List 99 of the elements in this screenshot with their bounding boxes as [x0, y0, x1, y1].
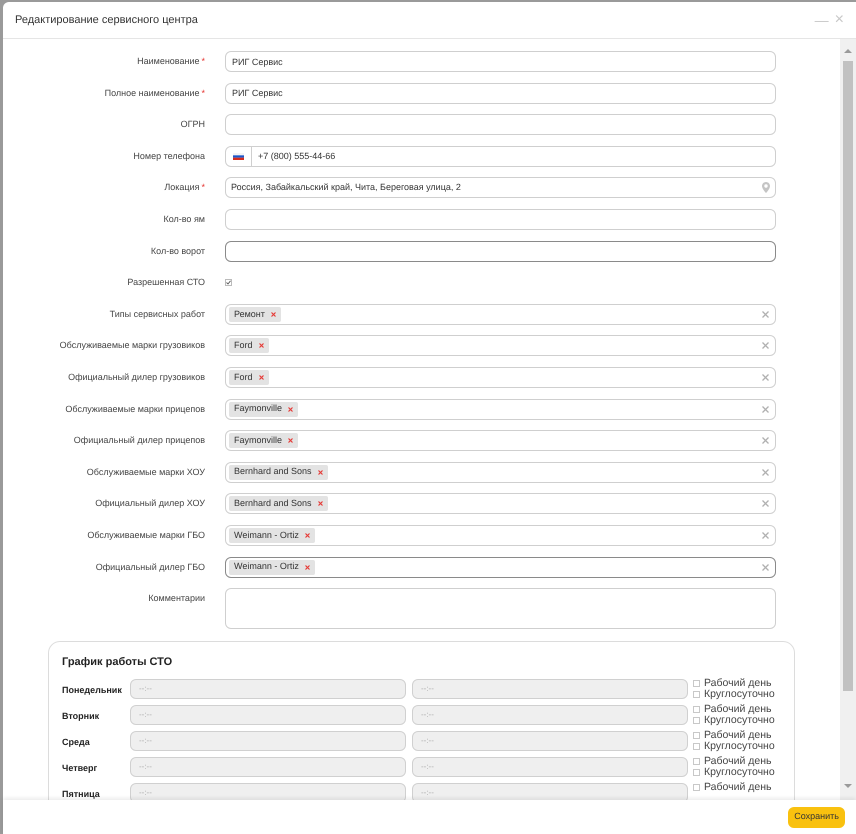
checkbox-label[interactable]: Рабочий день	[704, 678, 772, 688]
field-label: Обслуживаемые марки грузовиков	[60, 339, 205, 352]
field-label: Обслуживаемые марки прицепов	[65, 402, 205, 416]
clear-icon[interactable]	[762, 437, 769, 444]
location-field[interactable]: Россия, Забайкальский край, Чита, Береговая улица, 2	[225, 177, 776, 198]
time-field[interactable]: --:--	[130, 782, 406, 800]
time-field[interactable]: --:--	[412, 730, 688, 751]
tag-select-field[interactable]: Weimann - Ortiz	[225, 556, 776, 578]
tag: Ford	[229, 338, 269, 354]
section-title: График работы СТО	[62, 655, 174, 670]
field-label: Локация	[164, 181, 200, 194]
required-mark: *	[201, 55, 205, 68]
remove-icon[interactable]	[304, 564, 310, 570]
tag: Weimann - Ortiz	[229, 560, 315, 574]
field-label: Официальный дилер грузовиков	[68, 370, 205, 384]
scrollbar[interactable]	[840, 39, 856, 800]
remove-icon[interactable]	[258, 374, 264, 380]
clear-icon[interactable]	[762, 500, 769, 508]
field-label: Официальный дилер прицепов	[74, 434, 205, 448]
scroll-up-icon[interactable]	[844, 47, 852, 55]
required-mark: *	[201, 86, 205, 100]
remove-icon[interactable]	[288, 438, 294, 444]
time-field[interactable]: --:--	[130, 756, 406, 777]
field-label: Официальный дилер ХОУ	[95, 497, 205, 510]
tag: Ремонт	[229, 306, 281, 322]
time-field[interactable]: --:--	[130, 730, 406, 751]
tag-select-field[interactable]: Ford	[225, 335, 776, 356]
remove-icon[interactable]	[270, 312, 276, 317]
tag: Bernhard and Sons	[229, 464, 328, 480]
field-label: Кол-во ям	[163, 212, 205, 226]
clear-icon[interactable]	[762, 374, 769, 381]
day-label: Среда	[62, 736, 91, 749]
tag-select-field[interactable]: Weimann - Ortiz	[225, 524, 776, 546]
remove-icon[interactable]	[318, 501, 323, 506]
map-pin-icon	[762, 182, 770, 194]
clear-icon[interactable]	[762, 564, 769, 570]
text-field[interactable]: РИГ Сервис	[225, 82, 776, 104]
checkbox-label[interactable]: Круглосуточно	[704, 688, 775, 700]
tag-select-field[interactable]: Ford	[225, 366, 776, 388]
window-title: Редактирование сервисного центра	[15, 12, 198, 28]
field-label: Полное наименование	[104, 86, 200, 100]
tag: Faymonville	[229, 433, 298, 448]
tag-select-field[interactable]: Ремонт	[225, 304, 776, 325]
tag-select-field[interactable]: Faymonville	[225, 398, 776, 420]
remove-icon[interactable]	[304, 532, 310, 538]
time-field[interactable]: --:--	[412, 782, 688, 800]
day-label: Вторник	[62, 710, 100, 723]
field-label: Типы сервисных работ	[110, 308, 205, 321]
required-mark: *	[201, 181, 205, 194]
text-field[interactable]: РИГ Сервис	[225, 51, 776, 72]
day-label: Понедельник	[62, 684, 123, 697]
checkbox-label[interactable]: Рабочий день	[704, 782, 772, 792]
field-label: Разрешенная СТО	[127, 276, 205, 290]
field-label: Кол-во ворот	[150, 244, 205, 258]
field-label: Номер телефона	[133, 150, 205, 163]
tag: Ford	[229, 370, 269, 385]
time-field[interactable]: --:--	[412, 678, 688, 699]
scroll-down-icon[interactable]	[844, 782, 852, 790]
checkbox-label[interactable]: Круглосуточно	[704, 766, 775, 778]
comment-field[interactable]	[225, 588, 776, 630]
clear-icon[interactable]	[762, 342, 769, 350]
checkbox-label[interactable]: Рабочий день	[704, 704, 772, 714]
clear-icon[interactable]	[762, 310, 769, 318]
flag-icon[interactable]	[233, 152, 244, 160]
checkbox-label[interactable]: Круглосуточно	[704, 714, 775, 726]
tag-select-field[interactable]: Bernhard and Sons	[225, 493, 776, 514]
scrollbar-thumb[interactable]	[843, 61, 853, 691]
phone-field[interactable]: +7 (800) 555-44-66	[225, 146, 776, 167]
time-field[interactable]: --:--	[412, 704, 688, 725]
field-label: Обслуживаемые марки ХОУ	[86, 466, 205, 479]
field-label: Официальный дилер ГБО	[96, 560, 205, 574]
clear-icon[interactable]	[762, 468, 769, 476]
remove-icon[interactable]	[318, 470, 323, 475]
text-field[interactable]	[225, 208, 776, 230]
checkbox[interactable]	[225, 279, 232, 286]
remove-icon[interactable]	[258, 343, 264, 348]
time-field[interactable]: --:--	[130, 704, 406, 725]
field-label: Комментарии	[148, 592, 205, 606]
save-button[interactable]: Сохранить	[788, 806, 845, 828]
time-field[interactable]: --:--	[412, 756, 688, 777]
tag: Faymonville	[229, 402, 298, 417]
checkbox-label[interactable]: Круглосуточно	[704, 740, 775, 752]
clear-icon[interactable]	[762, 532, 769, 539]
text-field[interactable]	[225, 114, 776, 136]
clear-icon[interactable]	[762, 406, 769, 413]
tag-select-field[interactable]: Faymonville	[225, 430, 776, 452]
checkbox-label[interactable]: Рабочий день	[704, 730, 772, 740]
tag: Weimann - Ortiz	[229, 528, 315, 543]
text-field[interactable]	[225, 240, 776, 262]
tag: Bernhard and Sons	[229, 496, 328, 512]
checkbox-label[interactable]: Рабочий день	[704, 756, 772, 766]
field-label: ОГРН	[180, 118, 205, 132]
day-label: Пятница	[62, 788, 101, 800]
time-field[interactable]: --:--	[130, 678, 406, 699]
tag-select-field[interactable]: Bernhard and Sons	[225, 462, 776, 483]
day-label: Четверг	[62, 762, 98, 775]
field-label: Наименование	[137, 55, 200, 68]
remove-icon[interactable]	[288, 406, 294, 412]
field-label: Обслуживаемые марки ГБО	[87, 528, 205, 542]
